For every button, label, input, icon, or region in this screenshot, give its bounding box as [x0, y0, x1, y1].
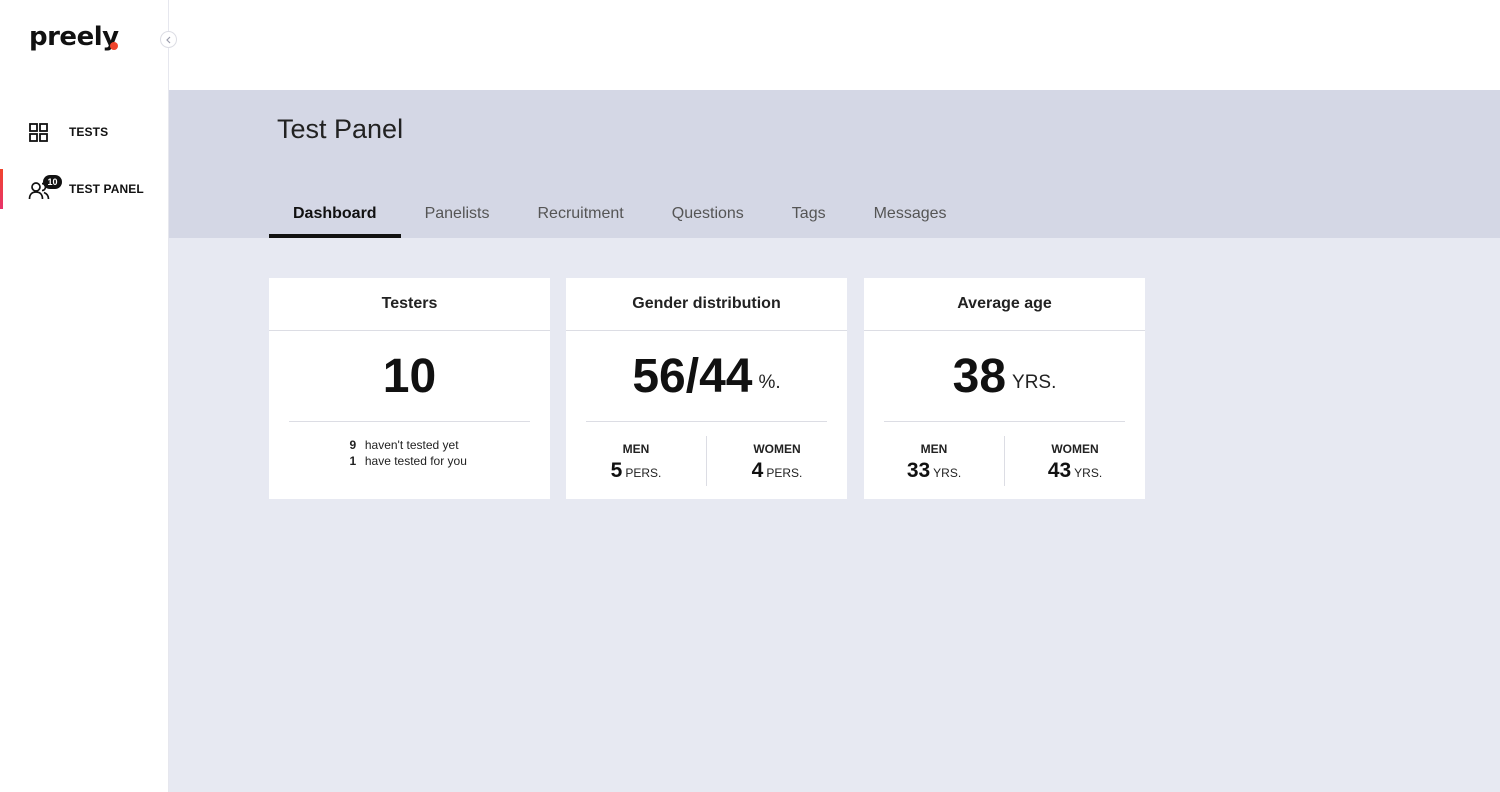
tab-recruitment[interactable]: Recruitment	[514, 190, 648, 238]
women-unit: PERS.	[766, 466, 803, 480]
men-age: 33	[906, 459, 931, 482]
not-tested-line: 9 haven't tested yet	[350, 437, 470, 453]
tab-panelists[interactable]: Panelists	[401, 190, 514, 238]
notification-badge: 10	[43, 175, 62, 189]
big-value-row: 38 YRS.	[864, 331, 1145, 421]
big-value-row: 10	[269, 331, 550, 421]
logo-dot	[110, 42, 118, 50]
men-column: MEN 5 PERS.	[566, 436, 706, 486]
grid-icon	[29, 123, 48, 142]
tab-tags[interactable]: Tags	[768, 190, 850, 238]
not-tested-text: haven't tested yet	[364, 438, 459, 452]
women-unit: YRS.	[1074, 466, 1103, 480]
sidebar-item-test-panel[interactable]: 10 TEST PANEL	[0, 169, 168, 209]
women-value-row: 4 PERS.	[707, 459, 847, 483]
tested-text: have tested for you	[364, 454, 467, 468]
not-tested-count: 9	[349, 438, 357, 452]
men-unit: YRS.	[933, 466, 962, 480]
men-label: MEN	[920, 442, 948, 456]
gender-unit: %.	[758, 372, 781, 393]
card-title: Testers	[269, 278, 550, 331]
page-header: Test Panel Dashboard Panelists Recruitme…	[169, 90, 1500, 238]
men-value-row: 33 YRS.	[864, 459, 1004, 483]
dashboard-content: Testers 10 9 haven't tested yet 1 have t…	[169, 238, 1500, 792]
women-column: WOMEN 4 PERS.	[706, 436, 847, 486]
tab-bar: Dashboard Panelists Recruitment Question…	[269, 190, 971, 238]
age-unit: YRS.	[1012, 372, 1057, 393]
age-card: Average age 38 YRS. MEN 33 YRS. WOMEN 43 Y…	[864, 278, 1145, 499]
active-indicator	[0, 169, 3, 209]
women-label: WOMEN	[1051, 442, 1099, 456]
men-count: 5	[610, 459, 623, 482]
tab-messages[interactable]: Messages	[850, 190, 971, 238]
card-title: Gender distribution	[566, 278, 847, 331]
divider	[586, 421, 827, 422]
sidebar-item-tests[interactable]: TESTS	[0, 112, 168, 152]
sidebar-item-label: TESTS	[69, 125, 109, 139]
testers-card: Testers 10 9 haven't tested yet 1 have t…	[269, 278, 550, 499]
testers-count: 10	[382, 349, 437, 403]
men-value-row: 5 PERS.	[566, 459, 706, 483]
women-value-row: 43 YRS.	[1005, 459, 1145, 483]
tab-dashboard[interactable]: Dashboard	[269, 190, 401, 238]
logo[interactable]: preely	[29, 22, 119, 52]
women-age: 43	[1047, 459, 1072, 482]
sidebar-item-label: TEST PANEL	[69, 182, 144, 196]
men-unit: PERS.	[625, 466, 662, 480]
collapse-sidebar-button[interactable]	[160, 31, 177, 48]
gender-split: MEN 5 PERS. WOMEN 4 PERS.	[566, 436, 847, 486]
tested-count: 1	[349, 454, 357, 468]
tab-questions[interactable]: Questions	[648, 190, 768, 238]
card-title: Average age	[864, 278, 1145, 331]
sidebar: preely TESTS 10 TEST PANEL	[0, 0, 169, 792]
average-age: 38	[952, 349, 1007, 403]
big-value-row: 56/44 %.	[566, 331, 847, 421]
women-label: WOMEN	[753, 442, 801, 456]
divider	[884, 421, 1125, 422]
age-split: MEN 33 YRS. WOMEN 43 YRS.	[864, 436, 1145, 486]
testing-status: 9 haven't tested yet 1 have tested for y…	[350, 422, 470, 469]
gender-card: Gender distribution 56/44 %. MEN 5 PERS. …	[566, 278, 847, 499]
page-title: Test Panel	[277, 114, 404, 144]
gender-ratio: 56/44	[632, 349, 753, 403]
women-count: 4	[751, 459, 764, 482]
chevron-left-icon	[165, 36, 170, 43]
tested-line: 1 have tested for you	[350, 453, 470, 469]
men-label: MEN	[622, 442, 650, 456]
top-bar	[169, 0, 1500, 90]
women-column: WOMEN 43 YRS.	[1004, 436, 1145, 486]
men-column: MEN 33 YRS.	[864, 436, 1004, 486]
